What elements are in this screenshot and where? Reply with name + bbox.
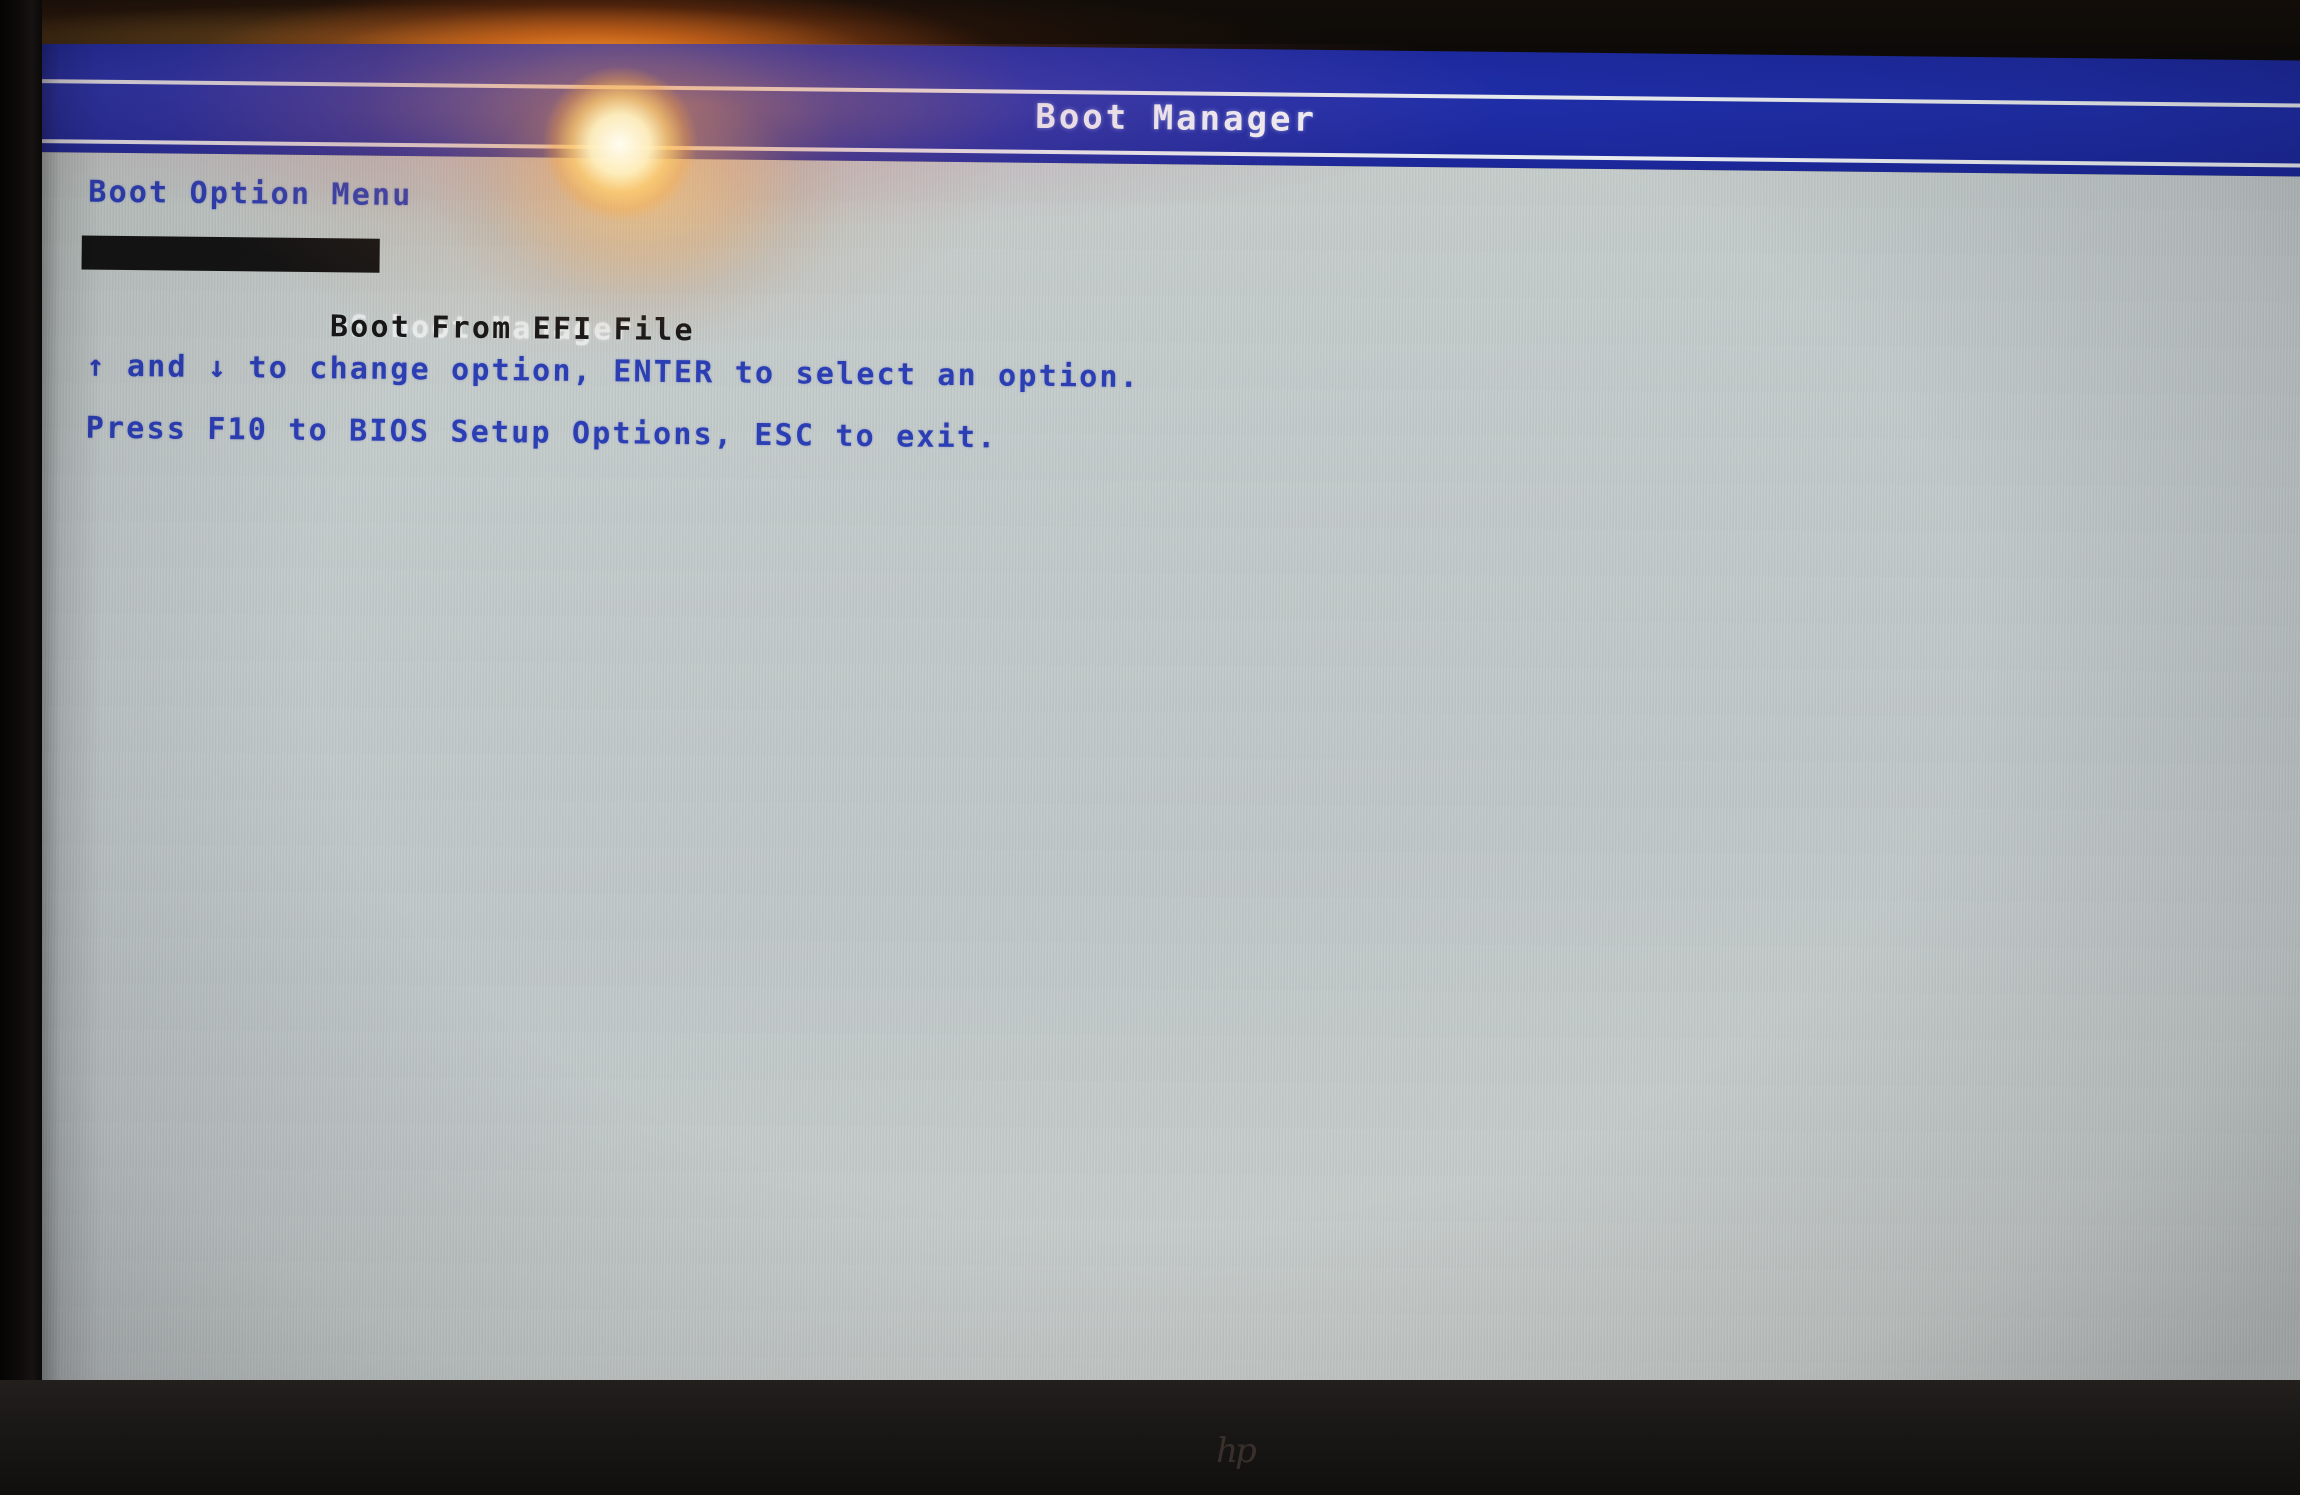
boot-option-label: Boot From EFI File (329, 309, 695, 349)
bottom-bezel (0, 1380, 2300, 1495)
laptop-display: Boot Manager Boot Option Menu OS boot Ma… (42, 44, 2300, 1382)
boot-option-menu-heading: Boot Option Menu (88, 174, 413, 214)
navigation-hint-text: ↑ and ↓ to change option, ENTER to selec… (86, 348, 1141, 396)
photograph-of-laptop-screen: Boot Manager Boot Option Menu OS boot Ma… (0, 0, 2300, 1495)
left-bezel (0, 0, 42, 1495)
selection-highlight (81, 235, 380, 273)
page-title: Boot Manager (1035, 96, 1318, 140)
bios-screen: Boot Manager Boot Option Menu OS boot Ma… (42, 44, 2300, 1382)
boot-options-list[interactable]: OS boot Manager Boot From EFI File (42, 234, 2300, 348)
hp-logo: hp (1216, 1431, 1257, 1471)
setup-exit-hint-text: Press F10 to BIOS Setup Options, ESC to … (85, 410, 998, 456)
bios-content-area: Boot Option Menu OS boot Manager Boot Fr… (42, 151, 2300, 1382)
